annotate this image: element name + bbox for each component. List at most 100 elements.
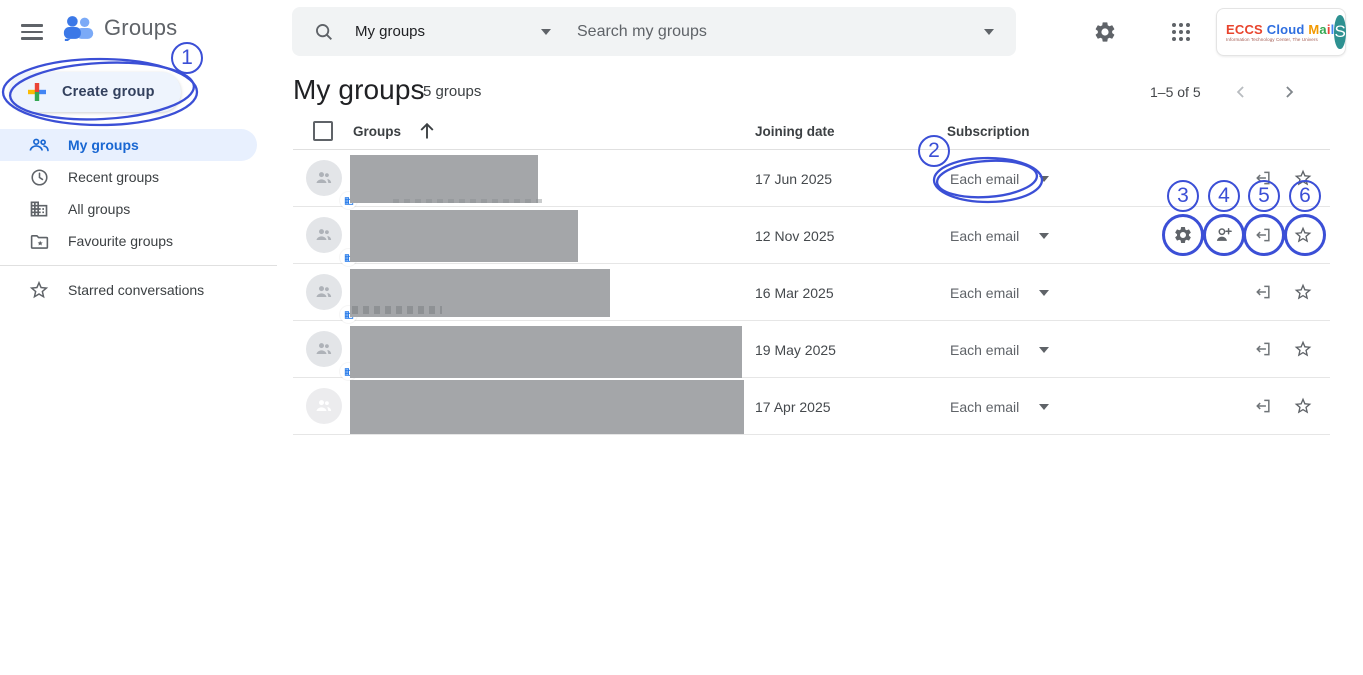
group-avatar-icon	[306, 388, 342, 424]
redacted-group-name	[350, 380, 744, 434]
sidebar-item-favourite-groups[interactable]: Favourite groups	[0, 225, 277, 257]
table-header: Groups Joining date Subscription	[293, 121, 1330, 150]
group-avatar-icon	[306, 274, 342, 310]
joining-date: 17 Jun 2025	[755, 171, 832, 187]
joining-date: 16 Mar 2025	[755, 285, 834, 301]
starred-conversations-label: Starred conversations	[68, 282, 204, 298]
column-header-joining-date[interactable]: Joining date	[755, 124, 835, 139]
redacted-group-name	[350, 210, 578, 262]
folder-star-icon	[28, 230, 50, 252]
star-group-icon[interactable]	[1291, 223, 1315, 247]
joining-date: 12 Nov 2025	[755, 228, 834, 244]
top-app-bar: Groups My groups ECCS Cloud Mail Infor	[0, 0, 1363, 64]
plus-icon	[26, 81, 48, 103]
clock-icon	[28, 166, 50, 188]
create-group-label: Create group	[62, 84, 155, 100]
hamburger-menu-icon[interactable]	[18, 18, 46, 46]
search-bar[interactable]: My groups	[292, 7, 1016, 56]
sidebar-item-recent-groups[interactable]: Recent groups	[0, 161, 277, 193]
star-group-icon[interactable]	[1291, 394, 1315, 418]
sidebar-item-starred-conversations[interactable]: Starred conversations	[0, 274, 277, 306]
subscription-value: Each email	[950, 171, 1019, 187]
leave-group-icon[interactable]	[1251, 337, 1275, 361]
chevron-down-icon	[541, 29, 551, 35]
joining-date: 17 Apr 2025	[755, 399, 831, 415]
subscription-value: Each email	[950, 285, 1019, 301]
page-title: My groups	[293, 74, 425, 106]
settings-gear-icon[interactable]	[1093, 20, 1117, 44]
chevron-down-icon	[1039, 176, 1049, 182]
star-group-icon[interactable]	[1291, 166, 1315, 190]
subscription-value: Each email	[950, 342, 1019, 358]
chevron-down-icon	[1039, 404, 1049, 410]
sidebar-item-label: My groups	[68, 137, 139, 153]
group-avatar-icon	[306, 160, 342, 196]
sidebar-item-label: Recent groups	[68, 169, 159, 185]
pagination-range: 1–5 of 5	[1150, 84, 1201, 100]
sidebar-item-all-groups[interactable]: All groups	[0, 193, 277, 225]
subscription-dropdown[interactable]: Each email	[950, 285, 1049, 301]
leave-group-icon[interactable]	[1251, 223, 1275, 247]
group-avatar-icon	[306, 331, 342, 367]
building-icon	[28, 198, 50, 220]
subscription-dropdown[interactable]: Each email	[950, 171, 1049, 187]
table-row[interactable]: 12 Nov 2025 Each email	[293, 207, 1330, 264]
leave-group-icon[interactable]	[1251, 280, 1275, 304]
group-settings-gear-icon[interactable]	[1171, 223, 1195, 247]
table-row[interactable]: 17 Apr 2025 Each email	[293, 378, 1330, 435]
subscription-dropdown[interactable]: Each email	[950, 399, 1049, 415]
add-member-icon[interactable]	[1212, 223, 1236, 247]
column-header-groups[interactable]: Groups	[353, 124, 401, 139]
search-icon	[313, 21, 335, 43]
sidebar-item-my-groups[interactable]: My groups	[0, 129, 257, 161]
table-row[interactable]: 19 May 2025 Each email	[293, 321, 1330, 378]
search-input[interactable]	[577, 23, 984, 41]
brand-word-cloud: Cloud	[1267, 22, 1305, 37]
eccs-brand: ECCS Cloud Mail Information Technology C…	[1226, 22, 1334, 42]
leave-group-icon[interactable]	[1251, 166, 1275, 190]
brand-word-mail: Mail	[1308, 22, 1334, 37]
groups-logo[interactable]: Groups	[62, 14, 177, 41]
star-group-icon[interactable]	[1291, 337, 1315, 361]
people-icon	[28, 134, 50, 156]
pagination: 1–5 of 5	[1150, 79, 1340, 105]
chevron-down-icon	[1039, 233, 1049, 239]
group-count: 5 groups	[423, 83, 481, 100]
table-row[interactable]: 17 Jun 2025 Each email	[293, 150, 1330, 207]
search-options-chevron-down-icon[interactable]	[984, 29, 994, 35]
user-avatar[interactable]: S	[1334, 15, 1345, 49]
brand-word-eccs: ECCS	[1226, 22, 1263, 37]
table-row[interactable]: 16 Mar 2025 Each email	[293, 264, 1330, 321]
groups-table: 17 Jun 2025 Each email 12 Nov 2025 Each …	[293, 150, 1330, 435]
subscription-dropdown[interactable]: Each email	[950, 342, 1049, 358]
subscription-value: Each email	[950, 228, 1019, 244]
brand-tagline: Information Technology Center, The Unive…	[1226, 37, 1318, 42]
sidebar-item-label: Favourite groups	[68, 233, 173, 249]
redacted-text-remnant	[352, 306, 442, 314]
star-icon	[28, 279, 50, 301]
redacted-text-remnant	[393, 199, 543, 203]
star-group-icon[interactable]	[1291, 280, 1315, 304]
leave-group-icon[interactable]	[1251, 394, 1275, 418]
sidebar-item-label: All groups	[68, 201, 130, 217]
sidebar-divider	[0, 265, 277, 266]
subscription-value: Each email	[950, 399, 1019, 415]
redacted-group-name	[350, 155, 538, 203]
create-group-button[interactable]: Create group	[10, 72, 181, 112]
search-scope-label: My groups	[355, 23, 425, 40]
joining-date: 19 May 2025	[755, 342, 836, 358]
select-all-checkbox[interactable]	[313, 121, 333, 141]
sidebar-nav: My groups Recent groups All groups Favou…	[0, 129, 277, 257]
column-header-subscription[interactable]: Subscription	[947, 124, 1030, 139]
subscription-dropdown[interactable]: Each email	[950, 228, 1049, 244]
prev-page-chevron-icon[interactable]	[1229, 80, 1253, 104]
product-name: Groups	[104, 15, 177, 41]
search-scope-dropdown[interactable]: My groups	[355, 23, 577, 40]
apps-grid-icon[interactable]	[1169, 20, 1193, 44]
next-page-chevron-icon[interactable]	[1277, 80, 1301, 104]
account-card[interactable]: ECCS Cloud Mail Information Technology C…	[1216, 8, 1346, 56]
chevron-down-icon	[1039, 290, 1049, 296]
sort-ascending-arrow-icon[interactable]	[415, 119, 439, 143]
redacted-group-name	[350, 326, 742, 378]
group-avatar-icon	[306, 217, 342, 253]
